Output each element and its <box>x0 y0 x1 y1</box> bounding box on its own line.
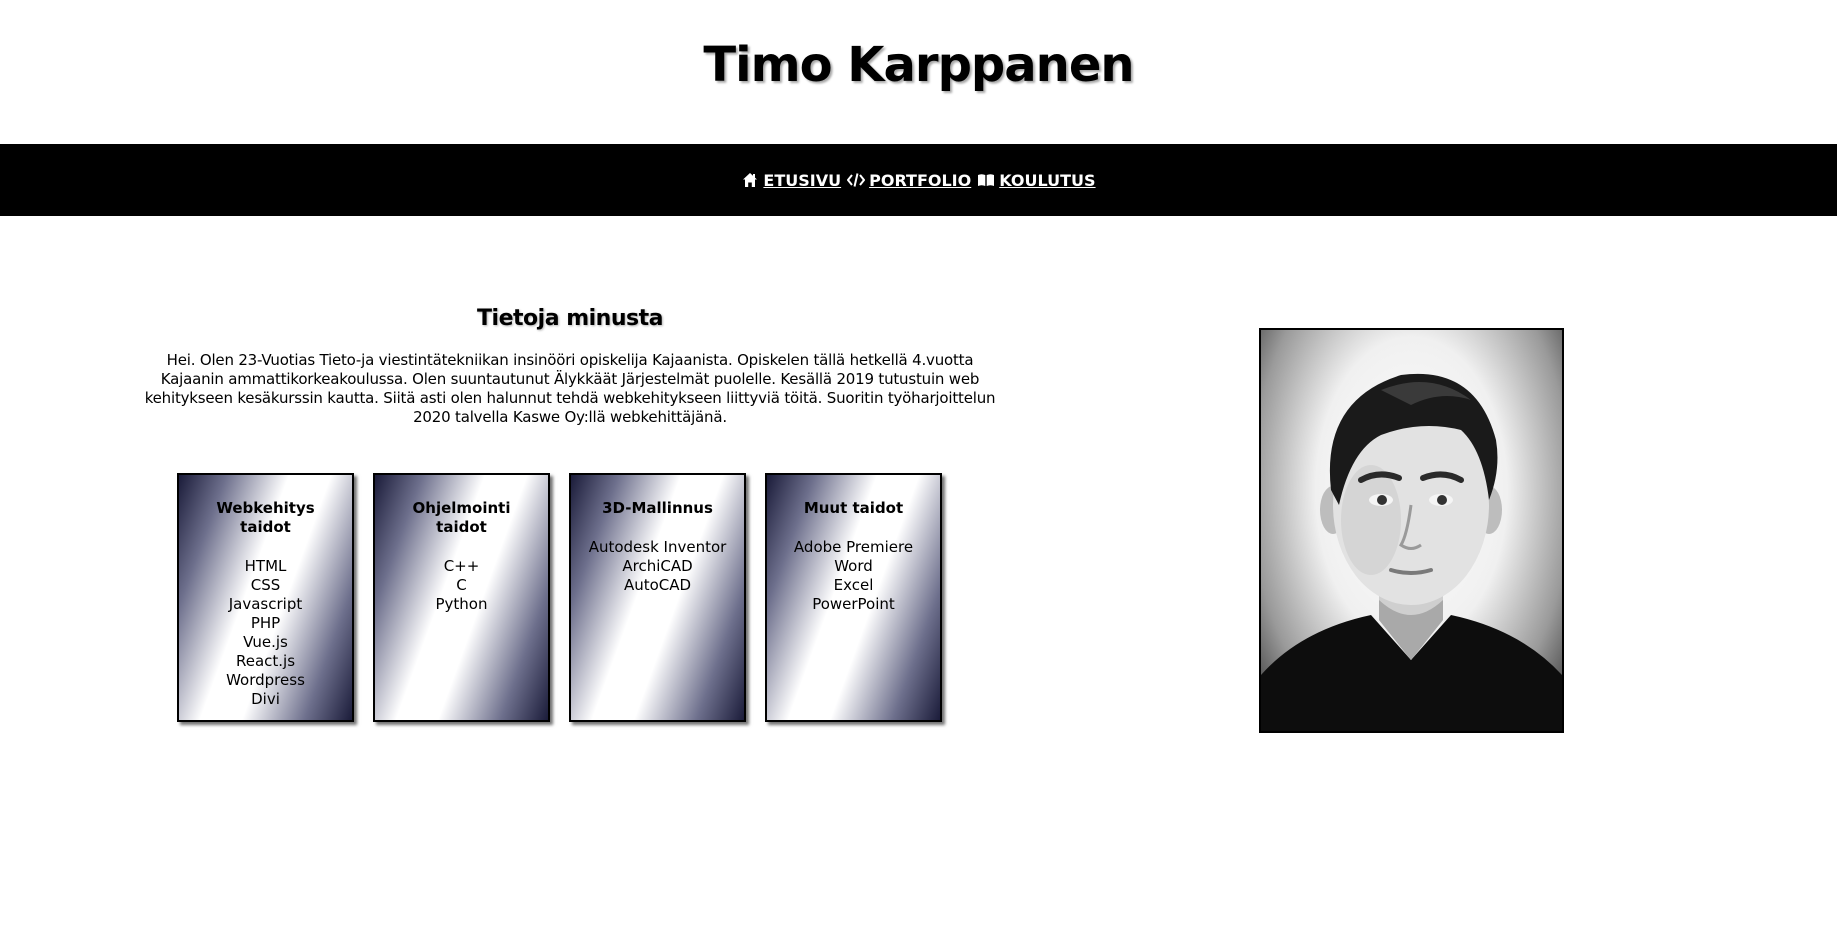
skill-card-title: 3D-Mallinnus <box>602 499 713 517</box>
nav-label-koulutus: KOULUTUS <box>999 170 1096 190</box>
nav-link-etusivu[interactable]: ETUSIVU <box>741 171 841 190</box>
skill-item: Vue.js <box>243 633 288 651</box>
about-section: Tietoja minusta Hei. Olen 23-Vuotias Tie… <box>140 306 1000 427</box>
skill-list: Autodesk Inventor ArchiCAD AutoCAD <box>571 538 744 595</box>
about-text: Hei. Olen 23-Vuotias Tieto-ja viestintät… <box>144 351 996 426</box>
nav-link-koulutus[interactable]: KOULUTUS <box>977 170 1096 190</box>
skill-item: AutoCAD <box>623 576 692 594</box>
skill-list: HTML CSS Javascript PHP Vue.js React.js … <box>179 557 352 709</box>
skill-item: HTML <box>244 557 287 575</box>
skill-card-web: Webkehitys taidot HTML CSS Javascript PH… <box>177 473 354 722</box>
skill-item: CSS <box>250 576 281 594</box>
nav-label-etusivu: ETUSIVU <box>763 170 842 190</box>
skill-list: Adobe Premiere Word Excel PowerPoint <box>767 538 940 614</box>
skill-item: PHP <box>250 614 281 632</box>
skill-card-title: Ohjelmointi taidot <box>412 499 511 536</box>
skill-card-title: Webkehitys taidot <box>216 499 315 536</box>
skill-item: C++ <box>443 557 480 575</box>
skill-item: Wordpress <box>226 671 305 689</box>
skill-item: Python <box>435 595 488 613</box>
skill-card-title: Muut taidot <box>803 499 904 517</box>
main-navigation: ETUSIVU PORTFOLIO KOULUTUS <box>0 144 1837 216</box>
nav-label-portfolio: PORTFOLIO <box>869 170 972 190</box>
skill-item: C <box>456 576 467 594</box>
skill-item: Excel <box>833 576 874 594</box>
site-header: Timo Karppanen <box>0 0 1837 144</box>
home-icon <box>741 171 759 189</box>
skill-list: C++ C Python <box>375 557 548 614</box>
nav-link-portfolio[interactable]: PORTFOLIO <box>847 171 971 190</box>
about-title: Tietoja minusta <box>477 306 663 331</box>
code-icon <box>847 171 866 189</box>
book-icon <box>977 171 995 189</box>
skill-item: Adobe Premiere <box>793 538 914 556</box>
skill-item: Divi <box>251 690 280 708</box>
main-content: Tietoja minusta Hei. Olen 23-Vuotias Tie… <box>0 216 1837 942</box>
skill-item: Word <box>834 557 873 575</box>
skill-item: Javascript <box>228 595 303 613</box>
skill-card-3d-modeling: 3D-Mallinnus Autodesk Inventor ArchiCAD … <box>569 473 746 722</box>
skill-card-programming: Ohjelmointi taidot C++ C Python <box>373 473 550 722</box>
skill-item: PowerPoint <box>812 595 895 613</box>
profile-photo <box>1259 328 1564 733</box>
skill-item: ArchiCAD <box>622 557 693 575</box>
site-title: Timo Karppanen <box>703 37 1134 93</box>
skill-card-other: Muut taidot Adobe Premiere Word Excel Po… <box>765 473 942 722</box>
skill-item: React.js <box>235 652 296 670</box>
skill-item: Autodesk Inventor <box>588 538 727 556</box>
skills-section: Webkehitys taidot HTML CSS Javascript PH… <box>177 473 942 722</box>
